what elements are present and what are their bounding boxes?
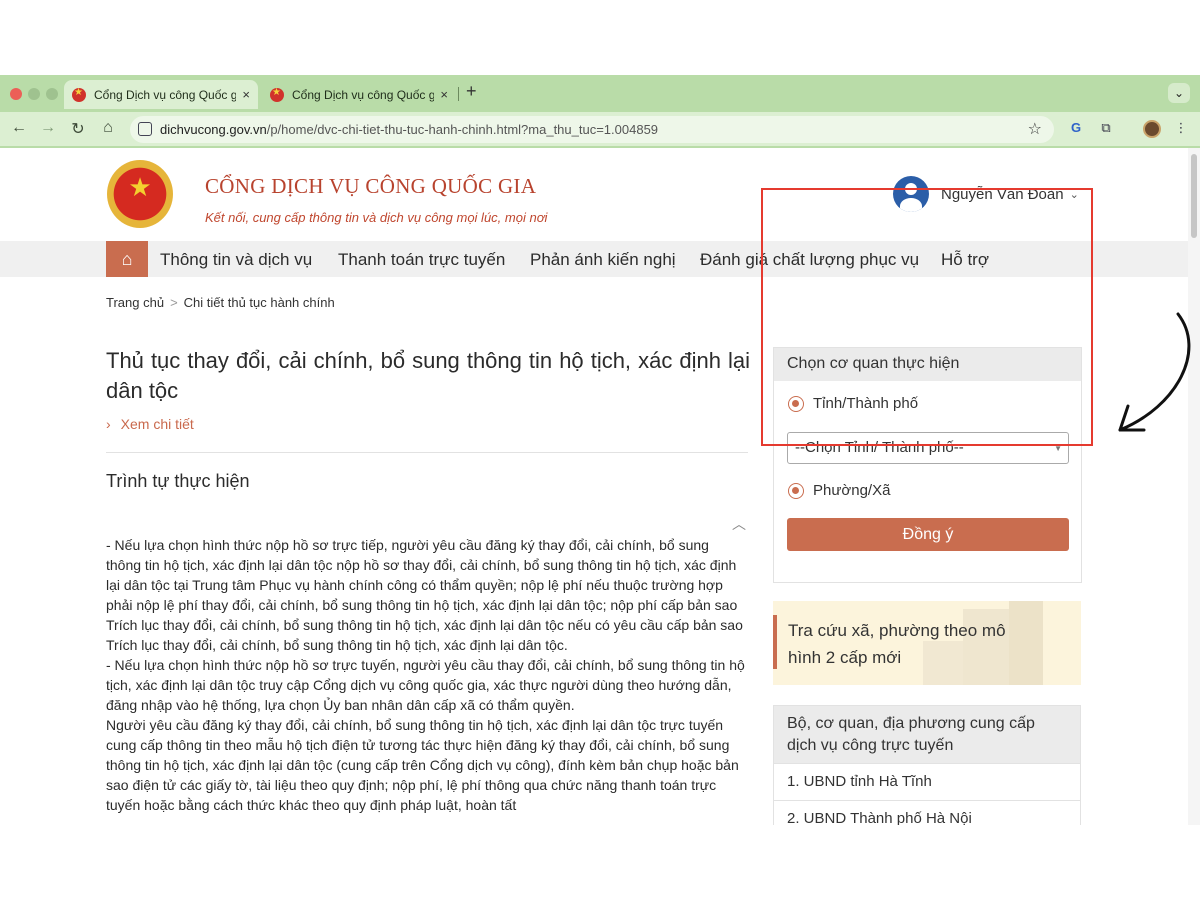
nav-item-info-services[interactable]: Thông tin và dịch vụ [160, 250, 312, 270]
tab-separator [458, 87, 459, 101]
breadcrumb-home-link[interactable]: Trang chủ [106, 295, 164, 310]
profile-avatar[interactable] [1143, 120, 1161, 138]
paragraph: - Nếu lựa chọn hình thức nộp hồ sơ trực … [106, 657, 745, 713]
procedure-steps-text: - Nếu lựa chọn hình thức nộp hồ sơ trực … [106, 535, 746, 815]
url-domain: dichvucong.gov.vn [160, 122, 267, 137]
tab-bar: Cổng Dịch vụ công Quốc gia × Cổng Dịch v… [0, 75, 1200, 109]
see-detail-label: Xem chi tiết [120, 416, 194, 432]
site-slogan: Kết nối, cung cấp thông tin và dịch vụ c… [205, 210, 548, 225]
minimize-window-button[interactable] [28, 88, 40, 100]
tab-close-icon[interactable]: × [242, 87, 250, 102]
breadcrumb-separator: > [170, 295, 178, 310]
url-text[interactable]: dichvucong.gov.vn/p/home/dvc-chi-tiet-th… [160, 122, 658, 137]
ward-radio[interactable] [788, 482, 804, 499]
breadcrumb: Trang chủ > Chi tiết thủ tục hành chính [106, 295, 335, 310]
section-title: Trình tự thực hiện [106, 471, 250, 491]
chevron-right-icon: › [106, 416, 111, 432]
page-scrollbar[interactable] [1188, 148, 1200, 825]
banner-accent-bar [773, 615, 777, 669]
highlight-box [761, 188, 1093, 446]
browser-tab-1[interactable]: Cổng Dịch vụ công Quốc gia × [64, 80, 258, 109]
favicon-icon [72, 87, 86, 102]
home-icon[interactable]: ⌂ [98, 119, 118, 137]
favicon-icon [270, 87, 284, 102]
nav-item-feedback[interactable]: Phản ánh kiến nghị [530, 250, 676, 270]
ward-lookup-banner[interactable]: Tra cứu xã, phường theo mô hình 2 cấp mớ… [773, 601, 1081, 685]
ward-lookup-text[interactable]: Tra cứu xã, phường theo mô hình 2 cấp mớ… [788, 617, 1008, 671]
annotation-arrow-icon [1118, 312, 1191, 432]
home-button[interactable]: ⌂ [106, 241, 148, 277]
paragraph: Người yêu cầu đăng ký thay đổi, cải chín… [106, 717, 739, 813]
url-path: /p/home/dvc-chi-tiet-thu-tuc-hanh-chinh.… [266, 122, 659, 137]
browser-tab-2[interactable]: Cổng Dịch vụ công Quốc gia × [262, 80, 456, 109]
screenshot-canvas: Cổng Dịch vụ công Quốc gia × Cổng Dịch v… [0, 0, 1200, 900]
ward-option-label: Phường/Xã [813, 482, 891, 499]
reload-icon[interactable]: ↻ [68, 119, 88, 139]
scrollbar-thumb[interactable] [1191, 154, 1197, 238]
address-bar[interactable]: dichvucong.gov.vn/p/home/dvc-chi-tiet-th… [130, 116, 1054, 143]
see-detail-link[interactable]: › Xem chi tiết [106, 416, 194, 432]
agree-button[interactable]: Đồng ý [787, 518, 1069, 551]
tab-close-icon[interactable]: × [440, 87, 448, 102]
bookmark-star-icon[interactable]: ☆ [1028, 119, 1042, 139]
agency-list-item[interactable]: 1. UBND tỉnh Hà Tĩnh [774, 763, 1080, 800]
forward-icon[interactable]: → [38, 119, 58, 137]
breadcrumb-current: Chi tiết thủ tục hành chính [183, 295, 335, 310]
agency-list-title: Bộ, cơ quan, địa phương cung cấp dịch vụ… [774, 706, 1080, 763]
ward-option[interactable]: Phường/Xã [788, 482, 890, 499]
site-title[interactable]: CỔNG DỊCH VỤ CÔNG QUỐC GIA [205, 174, 536, 199]
building-illustration [1009, 601, 1043, 685]
tab-title: Cổng Dịch vụ công Quốc gia [292, 87, 435, 102]
browser-chrome: Cổng Dịch vụ công Quốc gia × Cổng Dịch v… [0, 75, 1200, 148]
new-tab-button[interactable]: + [466, 81, 477, 102]
tab-title: Cổng Dịch vụ công Quốc gia [94, 87, 237, 102]
site-info-icon[interactable] [138, 122, 152, 136]
maximize-window-button[interactable] [46, 88, 58, 100]
nav-item-online-payment[interactable]: Thanh toán trực tuyến [338, 250, 505, 270]
close-window-button[interactable] [10, 88, 22, 100]
emblem-star-icon: ★ [128, 172, 152, 202]
browser-toolbar: ← → ↻ ⌂ dichvucong.gov.vn/p/home/dvc-chi… [0, 112, 1200, 146]
back-icon[interactable]: ← [9, 119, 29, 137]
home-icon: ⌂ [121, 249, 133, 269]
paragraph: - Nếu lựa chọn hình thức nộp hồ sơ trực … [106, 537, 743, 653]
chevron-up-icon[interactable]: ︿ [732, 514, 746, 534]
agency-list-item[interactable]: 2. UBND Thành phố Hà Nội [774, 800, 1080, 825]
section-divider [106, 452, 748, 453]
menu-icon[interactable]: ⋮ [1173, 120, 1189, 136]
translate-icon[interactable]: G [1068, 120, 1084, 136]
national-emblem-logo[interactable]: ★ [107, 160, 173, 228]
tab-search-button[interactable]: ⌄ [1168, 83, 1190, 103]
procedure-title: Thủ tục thay đổi, cải chính, bổ sung thô… [106, 348, 750, 403]
puzzle-icon[interactable]: ⧉ [1098, 120, 1114, 136]
agency-list: Bộ, cơ quan, địa phương cung cấp dịch vụ… [773, 705, 1081, 825]
